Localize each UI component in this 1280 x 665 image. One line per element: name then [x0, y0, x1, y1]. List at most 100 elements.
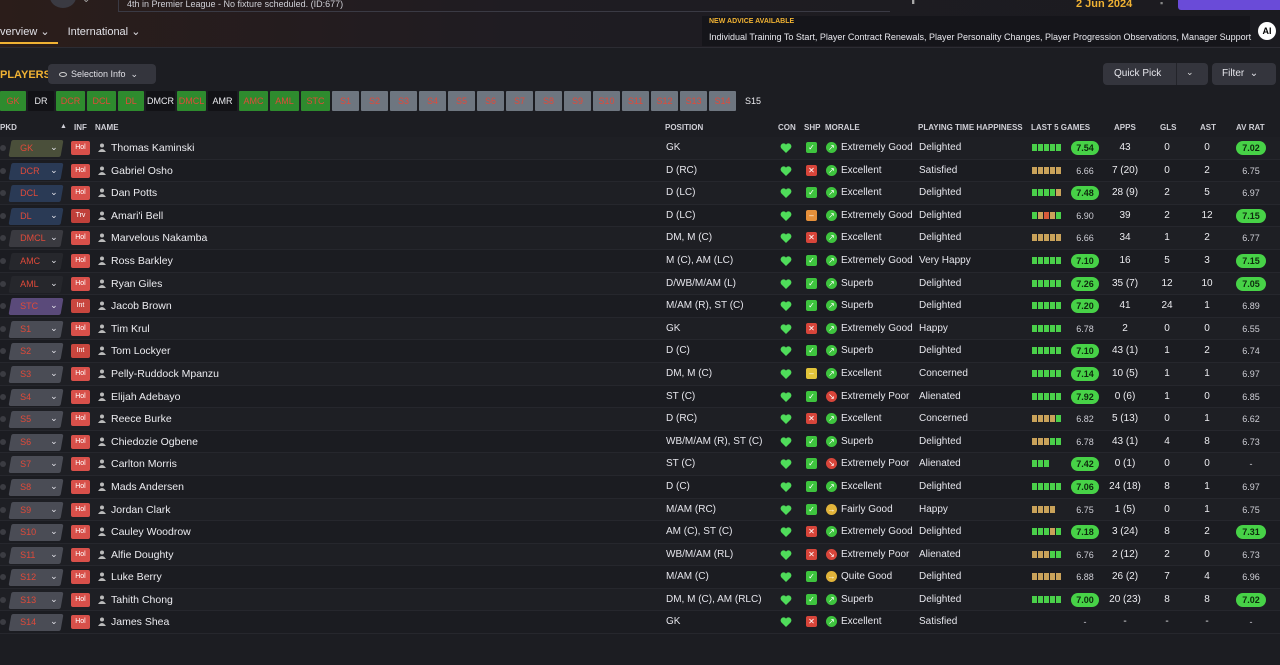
- position-dropdown[interactable]: S8 ⌄: [8, 478, 64, 496]
- table-row[interactable]: DCR ⌄ Hol Gabriel Osho D (RC) ✕ ↗ Excellent Sati…: [0, 159, 1280, 183]
- status-badge[interactable]: Hol: [71, 525, 90, 540]
- position-chip-s14[interactable]: S14: [709, 91, 736, 111]
- player-name[interactable]: Ryan Giles: [111, 278, 162, 290]
- position-chip-dmcr[interactable]: DMCR: [146, 91, 175, 111]
- position-chip-s10[interactable]: S10: [593, 91, 620, 111]
- position-chip-s5[interactable]: S5: [448, 91, 475, 111]
- position-chip-s3[interactable]: S3: [390, 91, 417, 111]
- status-badge[interactable]: Hol: [71, 479, 90, 494]
- status-badge[interactable]: Hol: [71, 276, 90, 291]
- col-apps[interactable]: APPS: [1114, 123, 1136, 132]
- table-row[interactable]: S13 ⌄ Hol Tahith Chong DM, M (C), AM (RLC) ✓ ↗…: [0, 588, 1280, 612]
- position-chip-dcr[interactable]: DCR: [56, 91, 85, 111]
- table-row[interactable]: STC ⌄ Int Jacob Brown M/AM (R), ST (C) ✓ ↗ Supe…: [0, 295, 1280, 318]
- player-name[interactable]: Luke Berry: [111, 571, 162, 583]
- position-chip-s7[interactable]: S7: [506, 91, 533, 111]
- position-chip-amc[interactable]: AMC: [239, 91, 268, 111]
- player-name[interactable]: Ross Barkley: [111, 255, 173, 267]
- table-row[interactable]: S1 ⌄ Hol Tim Krul GK ✕ ↗ Extremely Good Happy 6.7…: [0, 317, 1280, 341]
- table-row[interactable]: S2 ⌄ Int Tom Lockyer D (C) ✓ ↗ Superb Delighted 7…: [0, 340, 1280, 363]
- continue-button[interactable]: [1178, 0, 1280, 10]
- table-row[interactable]: DL ⌄ Trv Amari'i Bell D (LC) – ↗ Extremely Good…: [0, 204, 1280, 228]
- table-row[interactable]: S4 ⌄ Hol Elijah Adebayo ST (C) ✓ ↘ Extremely Po…: [0, 385, 1280, 409]
- player-name[interactable]: Dan Potts: [111, 187, 157, 199]
- position-chip-aml[interactable]: AML: [270, 91, 299, 111]
- status-badge[interactable]: Hol: [71, 547, 90, 562]
- player-name[interactable]: Mads Andersen: [111, 481, 184, 493]
- position-chip-s2[interactable]: S2: [361, 91, 388, 111]
- col-con[interactable]: CON: [778, 123, 796, 132]
- player-name[interactable]: Tom Lockyer: [111, 345, 171, 357]
- position-chip-s11[interactable]: S11: [622, 91, 649, 111]
- status-badge[interactable]: Hol: [71, 141, 90, 155]
- status-badge[interactable]: Hol: [71, 592, 90, 607]
- position-chip-s8[interactable]: S8: [535, 91, 562, 111]
- position-dropdown[interactable]: S10 ⌄: [8, 524, 64, 542]
- advice-panel[interactable]: NEW ADVICE AVAILABLE Individual Training…: [702, 16, 1251, 46]
- position-chip-s15[interactable]: S15: [738, 91, 768, 111]
- pick-checkbox[interactable]: [0, 325, 6, 332]
- status-badge[interactable]: Int: [71, 344, 90, 359]
- status-badge[interactable]: Hol: [71, 502, 90, 517]
- filter-button[interactable]: Filter ⌄: [1212, 63, 1276, 85]
- player-name[interactable]: Jacob Brown: [111, 300, 172, 312]
- position-dropdown[interactable]: S11 ⌄: [8, 546, 64, 564]
- position-dropdown[interactable]: DCL ⌄: [8, 185, 64, 203]
- table-row[interactable]: S14 ⌄ Hol James Shea GK ✕ ↗ Excellent Satisfied -…: [0, 611, 1280, 635]
- table-row[interactable]: S12 ⌄ Hol Luke Berry M/AM (C) ✓ → Quite Good Del…: [0, 566, 1280, 589]
- player-name[interactable]: James Shea: [111, 616, 169, 628]
- pick-checkbox[interactable]: [0, 483, 6, 490]
- pick-checkbox[interactable]: [0, 506, 6, 513]
- player-name[interactable]: Thomas Kaminski: [111, 142, 194, 154]
- player-name[interactable]: Tim Krul: [111, 323, 150, 335]
- position-dropdown[interactable]: S5 ⌄: [8, 411, 64, 429]
- player-name[interactable]: Alfie Doughty: [111, 549, 173, 561]
- status-badge[interactable]: Hol: [71, 389, 90, 404]
- pick-checkbox[interactable]: [0, 190, 6, 197]
- status-badge[interactable]: Hol: [71, 231, 90, 246]
- position-dropdown[interactable]: S1 ⌄: [8, 320, 64, 338]
- position-chip-amr[interactable]: AMR: [208, 91, 237, 111]
- position-chip-s12[interactable]: S12: [651, 91, 678, 111]
- position-chip-s13[interactable]: S13: [680, 91, 707, 111]
- table-row[interactable]: S7 ⌄ Hol Carlton Morris ST (C) ✓ ↘ Extremely Po…: [0, 453, 1280, 476]
- table-row[interactable]: S10 ⌄ Hol Cauley Woodrow AM (C), ST (C) ✕ ↗ Ext…: [0, 521, 1280, 544]
- status-badge[interactable]: Hol: [71, 321, 90, 336]
- position-dropdown[interactable]: S12 ⌄: [8, 569, 64, 587]
- table-row[interactable]: S6 ⌄ Hol Chiedozie Ogbene WB/M/AM (R), ST (C…: [0, 430, 1280, 454]
- pick-checkbox[interactable]: [0, 574, 6, 581]
- player-name[interactable]: Chiedozie Ogbene: [111, 436, 198, 448]
- status-badge[interactable]: Hol: [71, 366, 90, 381]
- player-name[interactable]: Pelly-Ruddock Mpanzu: [111, 368, 219, 380]
- pick-checkbox[interactable]: [0, 212, 6, 219]
- assistant-icon[interactable]: AI: [1258, 22, 1276, 40]
- position-chip-dcl[interactable]: DCL: [87, 91, 116, 111]
- position-dropdown[interactable]: S4 ⌄: [8, 388, 64, 406]
- table-row[interactable]: S3 ⌄ Hol Pelly-Ruddock Mpanzu DM, M (C) – ↗ Exc…: [0, 362, 1280, 386]
- position-chip-s9[interactable]: S9: [564, 91, 591, 111]
- tab-overview[interactable]: verview ⌄: [0, 22, 58, 44]
- status-badge[interactable]: Hol: [71, 615, 90, 630]
- status-badge[interactable]: Hol: [71, 163, 90, 178]
- pick-checkbox[interactable]: [0, 529, 6, 536]
- table-row[interactable]: S9 ⌄ Hol Jordan Clark M/AM (RC) ✓ → Fairly Good…: [0, 498, 1280, 522]
- table-row[interactable]: S8 ⌄ Hol Mads Andersen D (C) ✓ ↗ Excellent Delig…: [0, 475, 1280, 499]
- col-gls[interactable]: GLS: [1160, 123, 1176, 132]
- col-shp[interactable]: SHP: [804, 123, 820, 132]
- table-row[interactable]: S5 ⌄ Hol Reece Burke D (RC) ✕ ↗ Excellent Concer…: [0, 408, 1280, 431]
- pick-checkbox[interactable]: [0, 416, 6, 423]
- pick-checkbox[interactable]: [0, 280, 6, 287]
- player-name[interactable]: Jordan Clark: [111, 504, 171, 516]
- table-row[interactable]: DCL ⌄ Hol Dan Potts D (LC) ✓ ↗ Excellent Delight…: [0, 182, 1280, 205]
- pick-checkbox[interactable]: [0, 235, 6, 242]
- position-dropdown[interactable]: AMC ⌄: [8, 252, 64, 270]
- status-badge[interactable]: Hol: [71, 412, 90, 427]
- pick-checkbox[interactable]: [0, 596, 6, 603]
- player-name[interactable]: Reece Burke: [111, 413, 172, 425]
- position-dropdown[interactable]: S14 ⌄: [8, 614, 64, 632]
- tab-international[interactable]: International ⌄: [68, 22, 149, 44]
- player-name[interactable]: Gabriel Osho: [111, 165, 173, 177]
- col-playing-time[interactable]: PLAYING TIME HAPPINESS: [918, 123, 1023, 132]
- pick-checkbox[interactable]: [0, 303, 6, 310]
- position-dropdown[interactable]: GK ⌄: [8, 140, 64, 157]
